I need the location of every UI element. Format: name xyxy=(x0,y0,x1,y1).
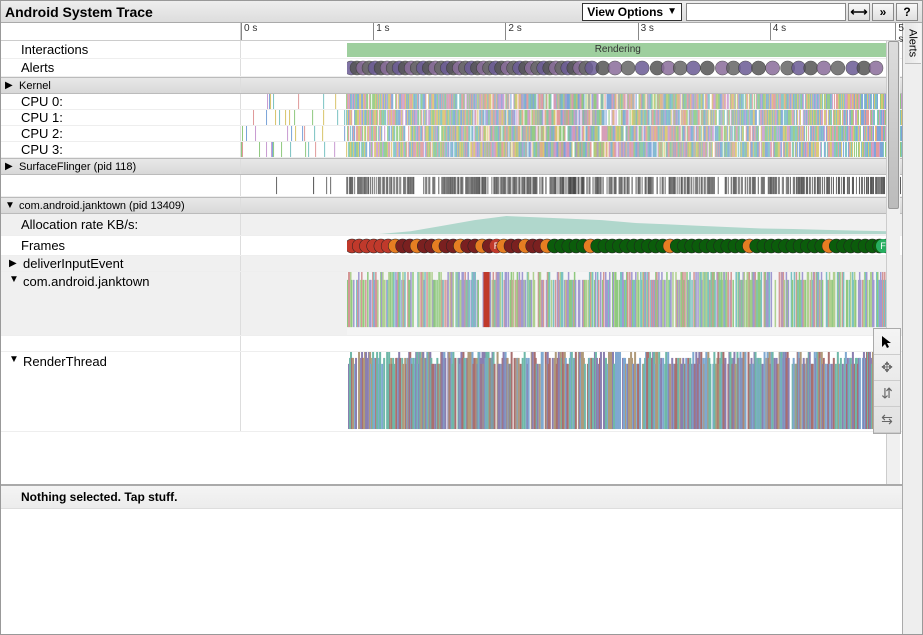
tracks-area[interactable]: Interactions Rendering Alerts ▶ Kernel CP… xyxy=(1,41,902,484)
help-button[interactable]: ? xyxy=(896,3,918,21)
pointer-tool[interactable] xyxy=(874,329,900,355)
janktown-thread-label[interactable]: ▼ com.android.janktown xyxy=(1,272,241,335)
renderthread-text: RenderThread xyxy=(23,354,107,369)
tick-label: 0 s xyxy=(244,23,257,34)
janktown-thread-text: com.android.janktown xyxy=(23,274,149,289)
rendering-span[interactable]: Rendering xyxy=(347,43,889,57)
zoom-tool[interactable]: ⇵ xyxy=(874,381,900,407)
alerts-tab[interactable]: Alerts xyxy=(905,23,921,64)
selection-status: Nothing selected. Tap stuff. xyxy=(1,486,902,509)
pan-tool[interactable]: ✥ xyxy=(874,355,900,381)
tick-label: 4 s xyxy=(773,23,786,34)
nav-left-right-button[interactable]: ⟷ xyxy=(848,3,870,21)
cpu2-track[interactable] xyxy=(241,126,902,141)
surfaceflinger-label: SurfaceFlinger (pid 118) xyxy=(19,161,136,173)
collapse-icon: ▶ xyxy=(9,258,19,269)
cpu2-label: CPU 2: xyxy=(1,126,241,141)
frames-track[interactable]: FF xyxy=(347,238,889,254)
chevron-down-icon: ▼ xyxy=(667,6,677,17)
cpu3-label: CPU 3: xyxy=(1,142,241,157)
alloc-label: Allocation rate KB/s: xyxy=(1,214,241,235)
deliver-text: deliverInputEvent xyxy=(23,256,123,271)
time-ruler[interactable]: 0 s 1 s 2 s 3 s 4 s 5 s xyxy=(241,23,902,40)
renderthread-track[interactable] xyxy=(347,352,889,431)
tick-label: 3 s xyxy=(641,23,654,34)
collapse-icon: ▶ xyxy=(5,80,15,91)
interactions-label: Interactions xyxy=(1,41,241,58)
alerts-label: Alerts xyxy=(1,59,241,76)
selection-panel: Nothing selected. Tap stuff. xyxy=(1,484,902,634)
cpu1-label: CPU 1: xyxy=(1,110,241,125)
renderthread-label[interactable]: ▼ RenderThread xyxy=(1,352,241,431)
deliver-label[interactable]: ▶ deliverInputEvent xyxy=(1,256,241,271)
tick-label: 1 s xyxy=(376,23,389,34)
timing-tool[interactable]: ⇆ xyxy=(874,407,900,433)
cpu3-track[interactable] xyxy=(241,142,902,157)
search-input[interactable] xyxy=(686,3,846,21)
kernel-label: Kernel xyxy=(19,80,51,92)
janktown-label: com.android.janktown (pid 13409) xyxy=(19,200,185,212)
alert-circles[interactable] xyxy=(347,60,889,76)
alloc-track[interactable] xyxy=(347,214,889,234)
kernel-header[interactable]: ▶ Kernel xyxy=(1,78,241,93)
expand-button[interactable]: » xyxy=(872,3,894,21)
app-title: Android System Trace xyxy=(5,4,153,20)
expand-icon: ▼ xyxy=(9,274,19,285)
cpu1-track[interactable] xyxy=(241,110,902,125)
expand-icon: ▼ xyxy=(9,354,19,365)
surfaceflinger-header[interactable]: ▶ SurfaceFlinger (pid 118) xyxy=(1,159,241,174)
expand-icon: ▼ xyxy=(5,200,15,211)
cpu0-track[interactable] xyxy=(241,94,902,109)
view-options-dropdown[interactable]: View Options ▼ xyxy=(582,3,682,21)
tool-panel: ✥ ⇵ ⇆ xyxy=(873,328,901,434)
janktown-header[interactable]: ▼ com.android.janktown (pid 13409) xyxy=(1,198,241,213)
surfaceflinger-track[interactable] xyxy=(241,175,902,196)
tick-label: 2 s xyxy=(508,23,521,34)
cpu0-label: CPU 0: xyxy=(1,94,241,109)
collapse-icon: ▶ xyxy=(5,161,15,172)
view-options-label: View Options xyxy=(587,5,663,19)
frames-label: Frames xyxy=(1,236,241,255)
janktown-thread-track[interactable] xyxy=(347,272,889,335)
